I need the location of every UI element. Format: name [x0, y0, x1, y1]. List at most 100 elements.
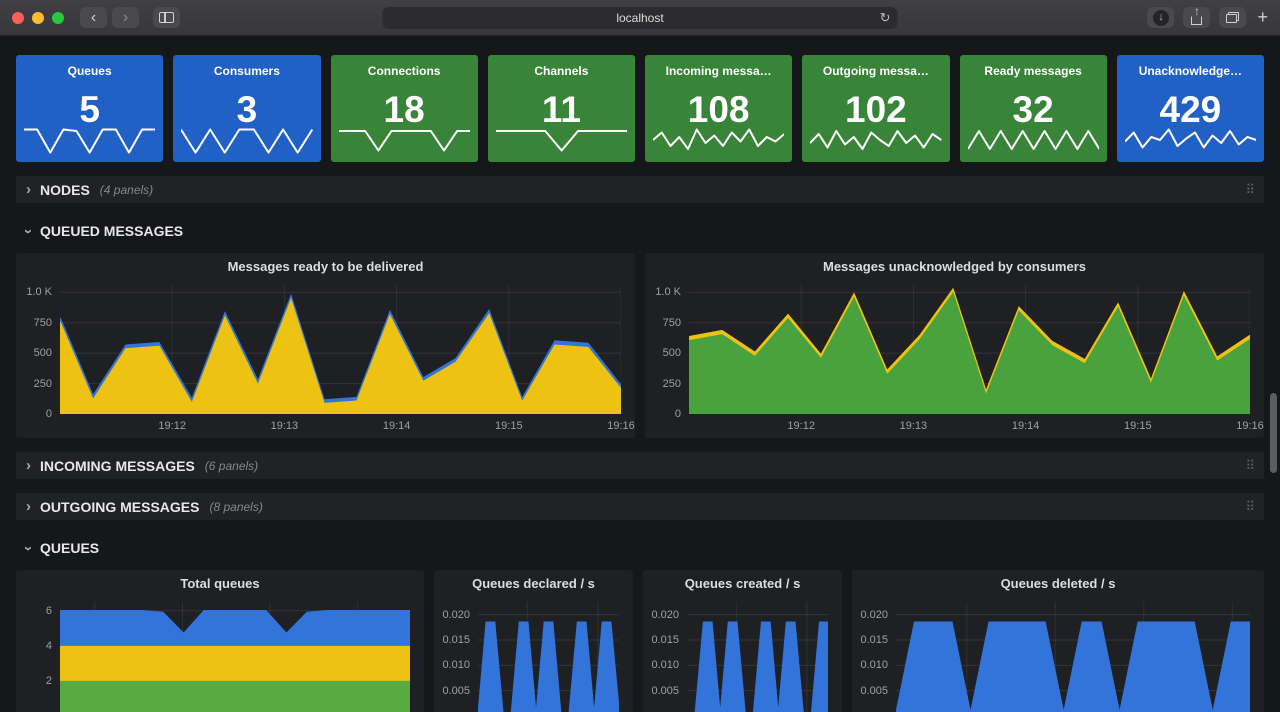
row-queued-messages[interactable]: › QUEUED MESSAGES: [16, 219, 1264, 243]
sparkline-chart: [496, 123, 627, 157]
drag-handle-icon[interactable]: ⠿: [1245, 458, 1254, 474]
address-bar[interactable]: localhost ↻: [383, 7, 898, 29]
stat-title: Queues: [16, 55, 163, 78]
drag-handle-icon[interactable]: ⠿: [1245, 499, 1254, 515]
downloads-button[interactable]: ↓: [1147, 7, 1174, 28]
x-tick-label: 19:13: [900, 420, 928, 432]
close-window-button[interactable]: [12, 12, 24, 24]
forward-button[interactable]: ›: [112, 7, 139, 28]
y-tick-label: 1.0 K: [655, 286, 681, 298]
x-tick-label: 19:12: [158, 420, 186, 432]
y-tick-label: 1.0 K: [26, 286, 52, 298]
series-area-blue: [60, 611, 410, 646]
row-panel-count: (8 panels): [209, 500, 262, 514]
messages-unacknowledged-chart[interactable]: 1.0 K7505002500 19:1219:1319:1419:1519:1…: [645, 279, 1264, 438]
total-queues-chart[interactable]: 642: [16, 596, 424, 712]
sparkline-chart: [653, 123, 784, 157]
row-nodes[interactable]: › NODES (4 panels) ⠿: [16, 176, 1264, 203]
queues-declared-chart[interactable]: 0.0200.0150.0100.005: [434, 596, 633, 712]
row-outgoing-messages[interactable]: › OUTGOING MESSAGES (8 panels) ⠿: [16, 493, 1264, 520]
stat-panel-ready-messages[interactable]: Ready messages 32: [960, 55, 1107, 162]
queued-messages-panels: Messages ready to be delivered 1.0 K 750 5…: [16, 253, 1264, 438]
row-title: QUEUED MESSAGES: [40, 223, 183, 239]
share-button[interactable]: [1183, 7, 1210, 28]
panel-title[interactable]: Messages unacknowledged by consumers: [645, 253, 1264, 279]
panel-title[interactable]: Queues declared / s: [434, 570, 633, 596]
x-axis: 19:1219:1319:1419:1519:16: [689, 420, 1250, 435]
panel-messages-unacknowledged: Messages unacknowledged by consumers 1.0…: [645, 253, 1264, 438]
stat-panel-queues[interactable]: Queues 5: [16, 55, 163, 162]
y-tick-label: 6: [46, 605, 52, 617]
stat-title: Outgoing messa…: [802, 55, 949, 78]
y-tick-label: 2: [46, 675, 52, 687]
browser-scrollbar[interactable]: [1270, 393, 1277, 473]
sparkline-path: [653, 130, 784, 150]
y-tick-label: 250: [34, 378, 52, 390]
row-panel-count: (4 panels): [100, 183, 153, 197]
sidebar-toggle-button[interactable]: [153, 7, 180, 28]
panel-queues-created: Queues created / s 0.0200.0150.0100.005: [643, 570, 842, 712]
row-incoming-messages[interactable]: › INCOMING MESSAGES (6 panels) ⠿: [16, 452, 1264, 479]
sparkline-chart: [1125, 123, 1256, 157]
y-tick-label: 500: [663, 347, 681, 359]
panel-title[interactable]: Total queues: [16, 570, 424, 596]
y-tick-label: 750: [663, 317, 681, 329]
queues-created-chart[interactable]: 0.0200.0150.0100.005: [643, 596, 842, 712]
row-title: INCOMING MESSAGES: [40, 458, 195, 474]
panel-title[interactable]: Queues deleted / s: [852, 570, 1264, 596]
panel-total-queues: Total queues 642: [16, 570, 424, 712]
stat-panel-row: Queues 5 Consumers 3 Connections 18 Chan…: [16, 55, 1264, 162]
y-tick-label: 0.020: [860, 609, 888, 621]
tabs-icon: [1226, 12, 1239, 23]
stat-panel-channels[interactable]: Channels 11: [488, 55, 635, 162]
sparkline-chart: [810, 123, 941, 157]
y-tick-label: 0.010: [442, 659, 470, 671]
stat-title: Channels: [488, 55, 635, 78]
stat-panel-unacknowledged[interactable]: Unacknowledge… 429: [1117, 55, 1264, 162]
y-tick-label: 750: [34, 317, 52, 329]
browser-chrome: ‹ › localhost ↻ ↓ +: [0, 0, 1280, 36]
share-icon: [1191, 16, 1202, 25]
new-tab-button[interactable]: +: [1257, 7, 1268, 28]
panel-title[interactable]: Messages ready to be delivered: [16, 253, 635, 279]
sparkline-chart: [24, 123, 155, 157]
drag-handle-icon[interactable]: ⠿: [1245, 182, 1254, 198]
series-area-messages-unacknowledged: [689, 294, 1250, 414]
chevron-down-icon: ›: [21, 229, 36, 234]
download-icon: ↓: [1153, 10, 1169, 26]
minimize-window-button[interactable]: [32, 12, 44, 24]
sidebar-icon: [159, 12, 174, 23]
stat-panel-connections[interactable]: Connections 18: [331, 55, 478, 162]
y-axis: 0.0200.0150.0100.005: [852, 602, 896, 712]
stat-panel-incoming-messages[interactable]: Incoming messa… 108: [645, 55, 792, 162]
queues-deleted-chart[interactable]: 0.0200.0150.0100.005: [852, 596, 1264, 712]
plot-area: [60, 602, 410, 712]
y-axis: 1.0 K7505002500: [645, 285, 689, 414]
stat-title: Consumers: [173, 55, 320, 78]
messages-ready-chart[interactable]: 1.0 K7505002500 19:1219:1319:1419:1519:1…: [16, 279, 635, 438]
stat-title: Ready messages: [960, 55, 1107, 78]
plot-area: [60, 285, 621, 414]
y-tick-label: 0.005: [442, 685, 470, 697]
x-tick-label: 19:16: [607, 420, 635, 432]
zoom-window-button[interactable]: [52, 12, 64, 24]
chevron-right-icon: ›: [26, 182, 31, 197]
plot-area: [689, 285, 1250, 414]
x-tick-label: 19:13: [271, 420, 299, 432]
row-queues[interactable]: › QUEUES: [16, 536, 1264, 560]
sparkline-chart: [968, 123, 1099, 157]
sparkline-path: [810, 131, 941, 149]
stat-panel-consumers[interactable]: Consumers 3: [173, 55, 320, 162]
tabs-overview-button[interactable]: [1219, 7, 1246, 28]
stat-title: Unacknowledge…: [1117, 55, 1264, 78]
panel-title[interactable]: Queues created / s: [643, 570, 842, 596]
row-title: NODES: [40, 182, 90, 198]
panel-messages-ready: Messages ready to be delivered 1.0 K7505…: [16, 253, 635, 438]
back-button[interactable]: ‹: [80, 7, 107, 28]
y-tick-label: 0.020: [651, 609, 679, 621]
stat-panel-outgoing-messages[interactable]: Outgoing messa… 102: [802, 55, 949, 162]
y-tick-label: 0.015: [442, 634, 470, 646]
sparkline-path: [339, 131, 470, 151]
x-tick-label: 19:12: [787, 420, 815, 432]
reload-icon[interactable]: ↻: [880, 10, 891, 26]
